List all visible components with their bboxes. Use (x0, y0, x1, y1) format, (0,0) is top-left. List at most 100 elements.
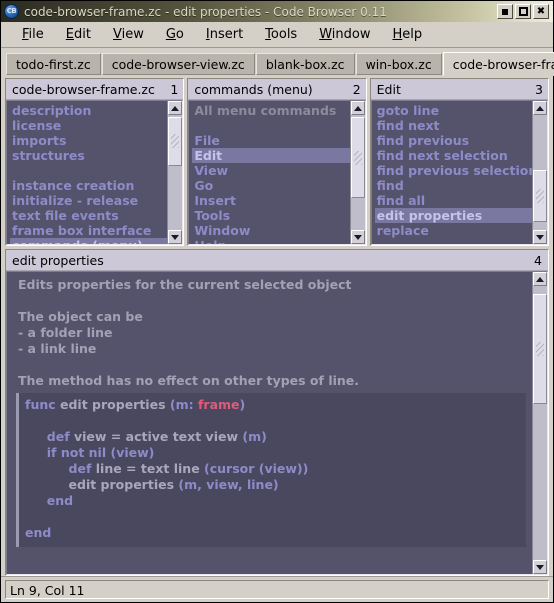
client-area: code-browser-frame.zc 1 description lice… (1, 75, 553, 576)
scroll-up-button[interactable] (350, 101, 365, 115)
scroll-up-button[interactable] (168, 101, 183, 115)
maximize-icon (516, 5, 530, 18)
list-item[interactable]: replace (375, 223, 532, 238)
pane-2-title: commands (menu) (194, 81, 313, 97)
pane-2-list: All menu commands File Edit View Go Inse… (189, 101, 350, 244)
editor-pane: edit properties 4 Edits properties for t… (5, 249, 549, 576)
pane-3-body: goto line find next find previous find n… (370, 100, 548, 245)
scroll-up-button[interactable] (532, 101, 547, 115)
list-item[interactable]: instance creation (10, 178, 167, 193)
doc-line: - a folder line (18, 325, 113, 340)
list-item[interactable]: find previous selection (375, 163, 532, 178)
caret-down-icon (536, 564, 544, 570)
maximize-button[interactable] (515, 4, 531, 19)
menu-item-insert[interactable]: Insert (195, 25, 254, 44)
list-item[interactable]: Help (192, 238, 349, 244)
list-item[interactable]: find next (375, 118, 532, 133)
scroll-thumb[interactable] (532, 170, 547, 222)
scroll-thumb[interactable] (168, 117, 183, 166)
caret-up-icon (536, 276, 544, 282)
tab-win-box[interactable]: win-box.zc (355, 53, 442, 75)
list-item[interactable]: Tools (192, 208, 349, 223)
menu-bar: File Edit View Go Insert Tools Window He… (1, 22, 553, 48)
list-item[interactable]: text file events (10, 208, 167, 223)
scroll-down-button[interactable] (533, 560, 547, 574)
close-icon: ✖ (536, 5, 546, 17)
scroll-down-button[interactable] (532, 230, 547, 244)
browser-panes: code-browser-frame.zc 1 description lice… (5, 78, 549, 246)
tab-blank-box[interactable]: blank-box.zc (255, 53, 355, 75)
caret-down-icon (353, 234, 362, 240)
scroll-track[interactable] (533, 286, 547, 560)
menu-item-help[interactable]: Help (381, 25, 433, 44)
pane-2-scrollbar[interactable] (349, 101, 365, 244)
menu-item-edit[interactable]: Edit (55, 25, 102, 44)
status-bar: Ln 9, Col 11 (1, 576, 553, 602)
code-block[interactable]: func edit properties (m: frame) def view… (16, 393, 526, 547)
pane-3-scrollbar[interactable] (531, 101, 547, 244)
code-line: def line = text line (cursor (view)) (68, 461, 309, 476)
list-item[interactable]: description (10, 103, 167, 118)
code-line: edit properties (m, view, line) (25, 477, 279, 492)
caret-down-icon (171, 234, 180, 240)
pane-2-body: All menu commands File Edit View Go Inse… (188, 100, 366, 245)
list-item[interactable]: find all (375, 193, 532, 208)
editor-number: 4 (534, 252, 542, 268)
tab-todo-first[interactable]: todo-first.zc (6, 53, 101, 75)
list-item[interactable]: Window (192, 223, 349, 238)
scroll-thumb[interactable] (350, 117, 365, 198)
list-item[interactable]: find (375, 178, 532, 193)
list-item-selected[interactable]: commands (menu) (10, 238, 168, 244)
pane-3-number: 3 (535, 81, 543, 97)
scroll-track[interactable] (350, 115, 365, 230)
menu-item-view[interactable]: View (102, 25, 155, 44)
list-item[interactable]: imports (10, 133, 167, 148)
window-title: code-browser-frame.zc - edit properties … (24, 4, 387, 19)
editor-header: edit properties 4 (6, 250, 548, 271)
list-item-selected[interactable]: Edit (192, 148, 350, 163)
list-item[interactable]: Insert (192, 193, 349, 208)
menu-item-window[interactable]: Window (308, 25, 381, 44)
list-item-selected[interactable]: edit properties (374, 208, 532, 223)
window-controls: ✖ (497, 4, 551, 19)
code-line: end (25, 525, 52, 540)
list-item[interactable]: View (192, 163, 349, 178)
list-item[interactable]: Go (192, 178, 349, 193)
list-item-spacer (10, 163, 167, 178)
scroll-track[interactable] (168, 115, 183, 230)
caret-down-icon (535, 234, 544, 240)
scroll-up-button[interactable] (533, 272, 547, 286)
scroll-track[interactable] (532, 115, 547, 230)
list-item[interactable]: find previous (375, 133, 532, 148)
pane-1-scrollbar[interactable] (167, 101, 183, 244)
caret-up-icon (535, 105, 544, 111)
cursor-position-status: Ln 9, Col 11 (5, 580, 549, 599)
caret-up-icon (353, 105, 362, 111)
doc-line: Edits properties for the current selecte… (18, 277, 352, 292)
list-item[interactable]: frame box interface (10, 223, 167, 238)
menu-item-tools[interactable]: Tools (254, 25, 308, 44)
editor-title: edit properties (12, 252, 104, 268)
editor-scrollbar[interactable] (532, 272, 547, 574)
minimize-button[interactable] (497, 4, 513, 19)
scroll-down-button[interactable] (350, 230, 365, 244)
menu-item-go[interactable]: Go (155, 25, 195, 44)
pane-1-title: code-browser-frame.zc (12, 81, 155, 97)
doc-line: The object can be (18, 309, 143, 324)
scroll-down-button[interactable] (168, 230, 183, 244)
list-item[interactable]: goto line (375, 103, 532, 118)
menu-item-file[interactable]: File (11, 25, 55, 44)
list-item[interactable]: license (10, 118, 167, 133)
application-window: CB code-browser-frame.zc - edit properti… (0, 0, 554, 603)
list-item[interactable]: initialize - release (10, 193, 167, 208)
close-button[interactable]: ✖ (533, 4, 549, 19)
tab-code-browser-frame[interactable]: code-browser-frame.zc (442, 52, 554, 76)
list-item[interactable]: find next selection (375, 148, 532, 163)
scroll-thumb[interactable] (533, 294, 547, 404)
list-item[interactable]: File (192, 133, 349, 148)
document-text-area[interactable]: Edits properties for the current selecte… (7, 272, 532, 574)
browser-pane-3: Edit 3 goto line find next find previous… (369, 78, 549, 246)
list-item[interactable]: structures (10, 148, 167, 163)
tab-code-browser-view[interactable]: code-browser-view.zc (101, 53, 255, 75)
